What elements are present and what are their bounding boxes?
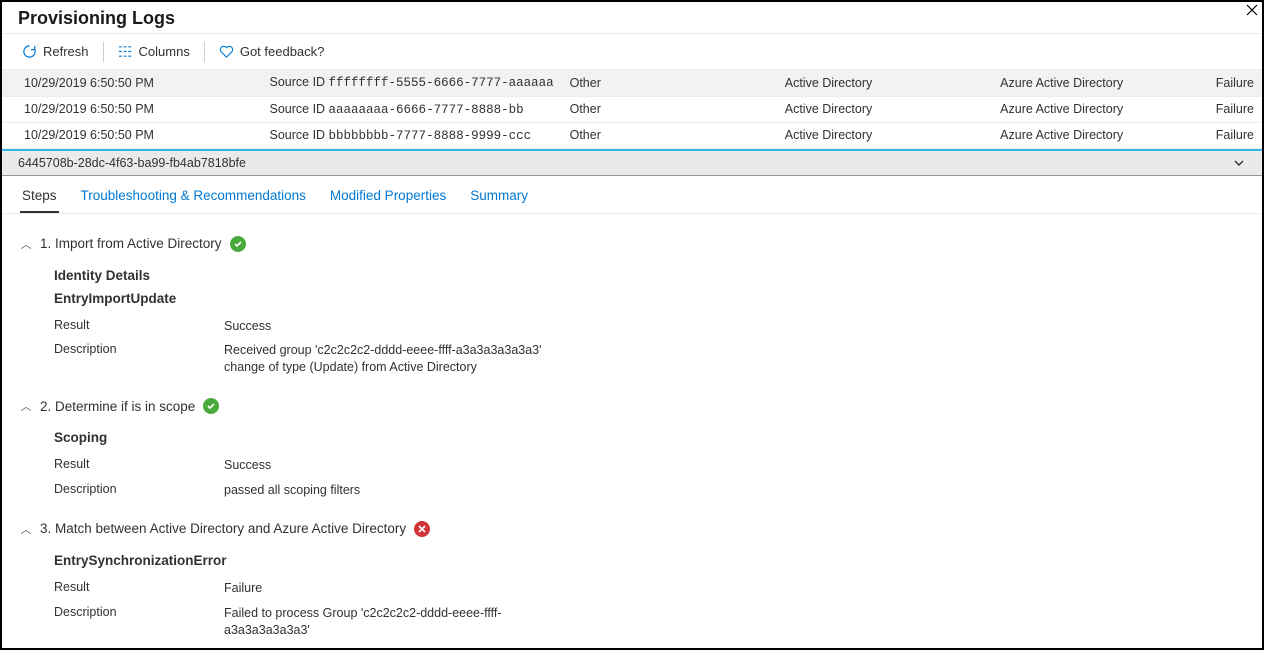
- chevron-down-icon[interactable]: [1232, 156, 1246, 170]
- step-header-2[interactable]: ︿ 2. Determine if is in scope: [20, 398, 1244, 414]
- chevron-up-icon: ︿: [20, 398, 32, 414]
- field-label: Result: [54, 457, 224, 474]
- step-title: 2. Determine if is in scope: [40, 399, 195, 414]
- step-title: 3. Match between Active Directory and Az…: [40, 521, 406, 536]
- heart-icon: [219, 44, 234, 59]
- field-value: Success: [224, 318, 271, 335]
- success-icon: [230, 236, 246, 252]
- cell-status: Failure: [1208, 70, 1262, 96]
- cell-source: Source ID bbbbbbbb-7777-8888-9999-ccc: [261, 122, 561, 148]
- cell-target-system: Azure Active Directory: [992, 122, 1208, 148]
- table-row[interactable]: 10/29/2019 6:50:50 PMSource ID aaaaaaaa-…: [2, 96, 1262, 122]
- cell-other: Other: [562, 70, 777, 96]
- tab-summary[interactable]: Summary: [468, 182, 530, 213]
- cell-date: 10/29/2019 6:50:50 PM: [2, 70, 261, 96]
- cell-other: Other: [562, 96, 777, 122]
- cell-target-system: Azure Active Directory: [992, 70, 1208, 96]
- refresh-icon: [22, 44, 37, 59]
- field-value: Failure: [224, 580, 262, 597]
- detail-panel-header[interactable]: 6445708b-28dc-4f63-ba99-fb4ab7818bfe: [2, 149, 1262, 176]
- field-label: ReportableIdentifier: [54, 647, 224, 651]
- field-value: Received group 'c2c2c2c2-dddd-eeee-ffff-…: [224, 342, 584, 376]
- tab-steps[interactable]: Steps: [20, 182, 59, 213]
- cell-date: 10/29/2019 6:50:50 PM: [2, 122, 261, 148]
- command-bar: Refresh Columns Got feedback?: [2, 33, 1262, 70]
- step-body-2: Scoping ResultSuccess Descriptionpassed …: [20, 430, 1244, 503]
- table-row[interactable]: 10/29/2019 6:50:50 PMSource ID bbbbbbbb-…: [2, 122, 1262, 148]
- cell-other: Other: [562, 122, 777, 148]
- field-value: Success: [224, 457, 271, 474]
- provisioning-logs-window: Provisioning Logs Refresh Columns Got fe…: [0, 0, 1264, 650]
- field-label: Description: [54, 342, 224, 376]
- cell-source: Source ID aaaaaaaa-6666-7777-8888-bb: [261, 96, 561, 122]
- detail-id: 6445708b-28dc-4f63-ba99-fb4ab7818bfe: [18, 156, 246, 170]
- section-heading: Scoping: [54, 430, 1244, 445]
- columns-button[interactable]: Columns: [112, 40, 196, 63]
- chevron-up-icon: ︿: [20, 521, 32, 537]
- page-title: Provisioning Logs: [2, 2, 1262, 33]
- tab-troubleshooting[interactable]: Troubleshooting & Recommendations: [79, 182, 308, 213]
- refresh-label: Refresh: [43, 44, 89, 59]
- step-body-1: Identity Details EntryImportUpdate Resul…: [20, 268, 1244, 381]
- cell-status: Failure: [1208, 96, 1262, 122]
- table-row[interactable]: 10/29/2019 6:50:50 PMSource ID ffffffff-…: [2, 70, 1262, 96]
- success-icon: [203, 398, 219, 414]
- tab-modified-properties[interactable]: Modified Properties: [328, 182, 448, 213]
- field-label: Result: [54, 580, 224, 597]
- section-heading: Identity Details: [54, 268, 1244, 283]
- columns-icon: [118, 44, 133, 59]
- cell-source-system: Active Directory: [777, 96, 992, 122]
- field-value: passed all scoping filters: [224, 482, 360, 499]
- refresh-button[interactable]: Refresh: [16, 40, 95, 63]
- cell-source: Source ID ffffffff-5555-6666-7777-aaaaaa: [261, 70, 561, 96]
- close-icon[interactable]: [1242, 2, 1262, 18]
- field-label: Result: [54, 318, 224, 335]
- field-label: Description: [54, 482, 224, 499]
- section-heading: EntryImportUpdate: [54, 291, 1244, 306]
- divider: [204, 42, 205, 62]
- divider: [103, 42, 104, 62]
- step-title: 1. Import from Active Directory: [40, 236, 222, 251]
- field-value: c2c2c2c2-dddd-eeee-ffff-a3a3a3a3a3a3: [224, 647, 446, 651]
- logs-table: 10/29/2019 6:50:50 PMSource ID ffffffff-…: [2, 70, 1262, 149]
- field-label: Description: [54, 605, 224, 639]
- step-body-3: EntrySynchronizationError ResultFailure …: [20, 553, 1244, 650]
- feedback-button[interactable]: Got feedback?: [213, 40, 331, 63]
- section-heading: EntrySynchronizationError: [54, 553, 1244, 568]
- cell-source-system: Active Directory: [777, 122, 992, 148]
- steps-pane[interactable]: ︿ 1. Import from Active Directory Identi…: [2, 214, 1262, 651]
- columns-label: Columns: [139, 44, 190, 59]
- cell-date: 10/29/2019 6:50:50 PM: [2, 96, 261, 122]
- cell-status: Failure: [1208, 122, 1262, 148]
- step-header-3[interactable]: ︿ 3. Match between Active Directory and …: [20, 521, 1244, 537]
- cell-source-system: Active Directory: [777, 70, 992, 96]
- detail-tabs: Steps Troubleshooting & Recommendations …: [2, 176, 1262, 214]
- field-value: Failed to process Group 'c2c2c2c2-dddd-e…: [224, 605, 584, 639]
- cell-target-system: Azure Active Directory: [992, 96, 1208, 122]
- error-icon: [414, 521, 430, 537]
- chevron-up-icon: ︿: [20, 236, 32, 252]
- step-header-1[interactable]: ︿ 1. Import from Active Directory: [20, 236, 1244, 252]
- feedback-label: Got feedback?: [240, 44, 325, 59]
